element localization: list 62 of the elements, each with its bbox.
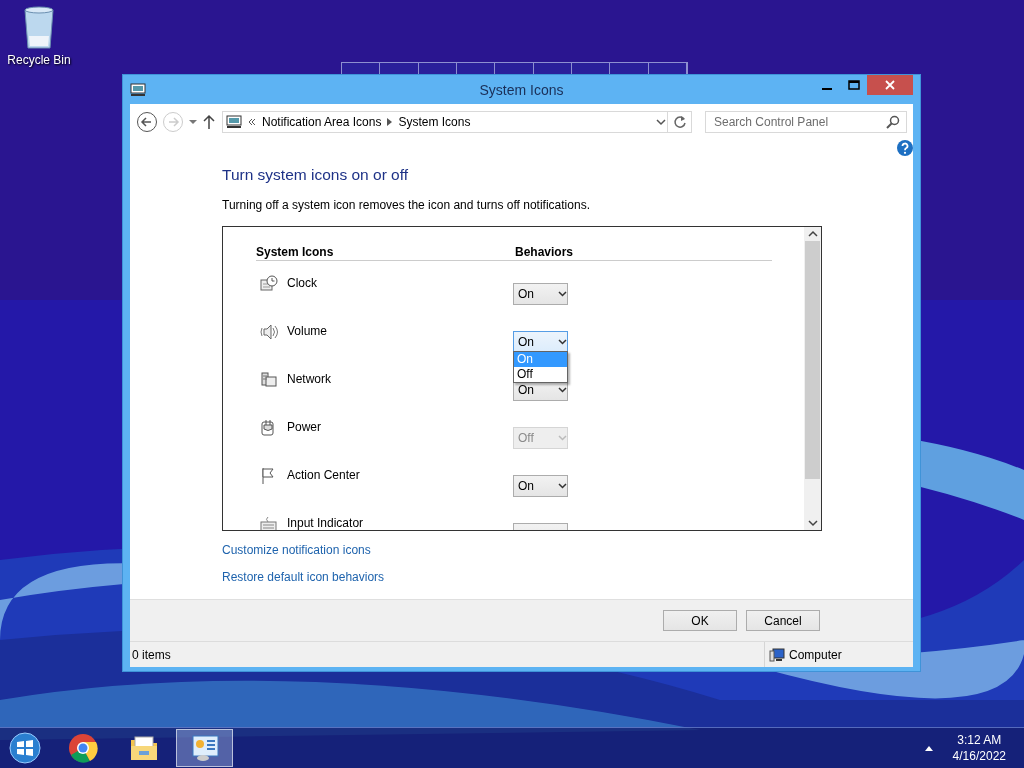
cancel-button[interactable]: Cancel <box>746 610 820 631</box>
close-icon <box>885 80 895 90</box>
chevron-down-icon <box>655 118 668 126</box>
chevron-down-icon <box>558 483 567 489</box>
chevron-right-icon <box>387 118 393 126</box>
show-hidden-icons-button[interactable] <box>924 745 933 751</box>
minimize-icon <box>821 88 832 90</box>
up-arrow-icon[interactable] <box>202 114 216 130</box>
system-icon-name: Power <box>287 420 321 434</box>
back-button[interactable] <box>136 111 158 133</box>
close-button[interactable] <box>867 75 913 95</box>
link[interactable]: Customize notification icons <box>222 543 371 557</box>
description-text: Turning off a system icon removes the icon and turns off notifications. <box>222 198 591 212</box>
page-heading: Turn system icons on or off <box>222 166 410 184</box>
help-icon[interactable] <box>897 140 913 156</box>
refresh-button[interactable] <box>668 111 692 133</box>
status-location: Computer <box>789 647 842 662</box>
double-chevron-icon <box>248 118 256 126</box>
keyboard-icon <box>260 515 278 530</box>
folder-icon <box>128 733 159 763</box>
ok-button[interactable]: OK <box>663 610 737 631</box>
chevron-down-icon <box>558 291 567 297</box>
volume-icon <box>260 323 278 341</box>
browser-icon <box>67 733 98 763</box>
scrollbar[interactable] <box>804 227 821 530</box>
network-icon <box>260 371 278 389</box>
recycle-bin-icon <box>22 6 56 50</box>
chevron-down-icon <box>558 387 567 393</box>
system-icon-name: Input Indicator <box>287 516 364 530</box>
scroll-thumb[interactable] <box>805 241 820 479</box>
clock-date[interactable]: 4/16/2022 <box>952 749 1006 763</box>
clock-icon <box>260 275 278 293</box>
address-bar[interactable]: Notification Area Icons System Icons <box>222 111 669 133</box>
computer-icon <box>130 82 146 97</box>
maximize-icon <box>847 80 860 90</box>
refresh-icon <box>672 115 687 129</box>
behavior-dropdown[interactable]: On <box>513 331 568 353</box>
window-title: System Icons <box>479 82 564 98</box>
search-icon <box>886 115 900 129</box>
system-icon-name: Volume <box>287 324 328 338</box>
control-panel-icon <box>189 733 220 763</box>
search-field[interactable]: Search Control Panel <box>705 111 907 133</box>
behavior-dropdown[interactable]: On <box>513 283 568 305</box>
caret-icon[interactable] <box>188 119 198 125</box>
behavior-dropdown[interactable]: On <box>513 475 568 497</box>
computer-icon <box>226 115 242 129</box>
system-icon-name: Clock <box>287 276 317 290</box>
chevron-down-icon <box>558 435 567 441</box>
column-header: System Icons <box>256 245 335 259</box>
system-icon-name: Action Center <box>287 468 360 482</box>
link[interactable]: Restore default icon behaviors <box>222 570 385 584</box>
dropdown-option[interactable]: Off <box>514 367 567 382</box>
desktop-icon[interactable]: Recycle Bin <box>2 6 76 67</box>
start-button[interactable] <box>9 732 41 764</box>
breadcrumb[interactable]: System Icons <box>398 115 471 129</box>
computer-icon <box>769 647 785 662</box>
clock-time[interactable]: 3:12 AM <box>957 733 1002 747</box>
system-icon-name: Network <box>287 372 331 386</box>
breadcrumb[interactable]: Notification Area Icons <box>262 115 382 129</box>
chevron-down-icon <box>558 339 567 345</box>
status-text: 0 items <box>132 647 171 662</box>
column-header: Behaviors <box>515 245 574 259</box>
